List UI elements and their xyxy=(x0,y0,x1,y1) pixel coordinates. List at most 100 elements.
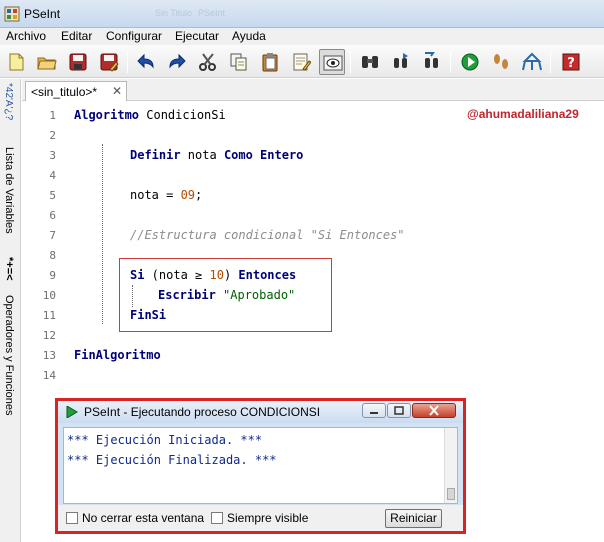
code-line-11: FinSi xyxy=(130,308,167,322)
dialog-title-bar: PSeInt - Ejecutando proceso CONDICIONSI xyxy=(58,401,463,423)
line-number: 14 xyxy=(42,369,56,382)
flowchart-icon xyxy=(522,52,542,71)
scissors-icon xyxy=(199,53,216,71)
operators-glyph: *+=< xyxy=(3,257,15,281)
find-next-button[interactable] xyxy=(388,49,414,75)
replace-button[interactable] xyxy=(419,49,445,75)
copy-button[interactable] xyxy=(226,49,252,75)
tab-sin-titulo[interactable]: <sin_titulo>* ✕ xyxy=(25,81,127,101)
maximize-button[interactable] xyxy=(387,403,411,418)
author-watermark: @ahumadaliliana29 xyxy=(467,107,579,121)
new-file-icon xyxy=(9,53,24,71)
line-number: 6 xyxy=(49,209,56,222)
step-run-button[interactable] xyxy=(488,49,514,75)
tab-strip: <sin_titulo>* ✕ xyxy=(22,79,604,101)
dialog-footer: No cerrar esta ventana Siempre visible R… xyxy=(58,505,463,531)
line-number: 7 xyxy=(49,229,56,242)
minimize-button[interactable] xyxy=(362,403,386,418)
title-bar: PSeInt Sin Titulo PSeInt xyxy=(0,0,604,28)
operators-functions-tab[interactable]: Operadores y Funciones xyxy=(3,295,15,415)
menu-ejecutar[interactable]: Ejecutar xyxy=(175,29,219,43)
output-line: *** Ejecución Iniciada. *** xyxy=(67,433,263,447)
pseint-app-icon xyxy=(4,6,20,22)
keep-open-checkbox[interactable] xyxy=(66,512,78,524)
line-number: 4 xyxy=(49,169,56,182)
help-button[interactable]: ? xyxy=(558,49,584,75)
indent-guide xyxy=(102,144,103,324)
code-line-5: nota = 09; xyxy=(130,188,203,202)
code-line-13: FinAlgoritmo xyxy=(74,348,161,362)
inspect-button[interactable] xyxy=(319,49,345,75)
reset-button[interactable]: Reiniciar xyxy=(385,509,442,528)
redo-button[interactable] xyxy=(164,49,190,75)
new-file-button[interactable] xyxy=(3,49,29,75)
paste-button[interactable] xyxy=(257,49,283,75)
output-scrollbar[interactable] xyxy=(444,428,457,503)
toolbar: ? xyxy=(0,45,604,78)
undo-icon xyxy=(137,53,154,69)
run-play-icon xyxy=(66,406,78,418)
execution-dialog: PSeInt - Ejecutando proceso CONDICIONSI … xyxy=(55,398,466,534)
save-icon xyxy=(69,53,87,71)
minimize-icon xyxy=(370,412,378,414)
flowchart-button[interactable] xyxy=(519,49,545,75)
undo-button[interactable] xyxy=(133,49,159,75)
close-icon xyxy=(429,405,439,416)
binoculars-icon xyxy=(362,56,378,68)
edit-page-icon xyxy=(293,53,311,71)
line-number: 8 xyxy=(49,249,56,262)
scrollbar-thumb[interactable] xyxy=(447,488,455,500)
side-panel: *42'A'¿? Lista de Variables *+=< Operado… xyxy=(0,79,21,542)
output-console[interactable]: *** Ejecución Iniciada. *** *** Ejecució… xyxy=(63,427,458,504)
code-line-7: //Estructura condicional "Si Entonces" xyxy=(130,228,405,242)
find-next-icon xyxy=(394,53,408,68)
toolbar-separator xyxy=(550,51,551,73)
cut-button[interactable] xyxy=(195,49,221,75)
menu-archivo[interactable]: Archivo xyxy=(6,29,46,43)
save-button[interactable] xyxy=(65,49,91,75)
toolbar-separator xyxy=(450,51,451,73)
edit-button[interactable] xyxy=(288,49,314,75)
line-number: 11 xyxy=(42,309,56,322)
code-line-3: Definir nota Como Entero xyxy=(130,148,304,162)
dialog-title: PSeInt - Ejecutando proceso CONDICIONSI xyxy=(84,405,321,419)
toolbar-separator xyxy=(127,51,128,73)
eye-icon xyxy=(323,55,343,71)
play-icon xyxy=(461,53,479,71)
paste-icon xyxy=(262,53,278,72)
close-dialog-button[interactable] xyxy=(412,403,456,418)
output-line: *** Ejecución Finalizada. *** xyxy=(67,453,277,467)
open-file-button[interactable] xyxy=(34,49,60,75)
line-number: 13 xyxy=(42,349,56,362)
redo-icon xyxy=(169,53,186,69)
menu-configurar[interactable]: Configurar xyxy=(106,29,162,43)
svg-text:?: ? xyxy=(567,56,575,71)
code-line-10: Escribir "Aprobado" xyxy=(158,288,296,302)
run-button[interactable] xyxy=(457,49,483,75)
keep-open-label: No cerrar esta ventana xyxy=(82,511,205,525)
footprints-icon xyxy=(494,54,508,69)
variables-glyph: *42'A'¿? xyxy=(3,83,14,121)
find-button[interactable] xyxy=(357,49,383,75)
ghost-title-2: PSeInt xyxy=(198,8,226,18)
always-visible-checkbox[interactable] xyxy=(211,512,223,524)
help-icon: ? xyxy=(562,53,580,71)
line-number: 2 xyxy=(49,129,56,142)
always-visible-label: Siempre visible xyxy=(227,511,309,525)
maximize-icon xyxy=(394,406,404,415)
menu-editar[interactable]: Editar xyxy=(61,29,92,43)
copy-icon xyxy=(230,53,247,71)
tab-label: <sin_titulo>* xyxy=(31,85,98,99)
menu-ayuda[interactable]: Ayuda xyxy=(232,29,266,43)
line-number: 5 xyxy=(49,189,56,202)
open-folder-icon xyxy=(37,57,57,70)
save-as-icon xyxy=(100,53,119,72)
variables-list-tab[interactable]: Lista de Variables xyxy=(3,147,15,234)
ghost-title-1: Sin Titulo xyxy=(155,8,193,18)
line-number: 12 xyxy=(42,329,56,342)
window-title: PSeInt xyxy=(24,7,61,21)
toolbar-separator xyxy=(350,51,351,73)
close-tab-icon[interactable]: ✕ xyxy=(112,84,122,98)
line-number: 9 xyxy=(49,269,56,282)
save-as-button[interactable] xyxy=(96,49,122,75)
